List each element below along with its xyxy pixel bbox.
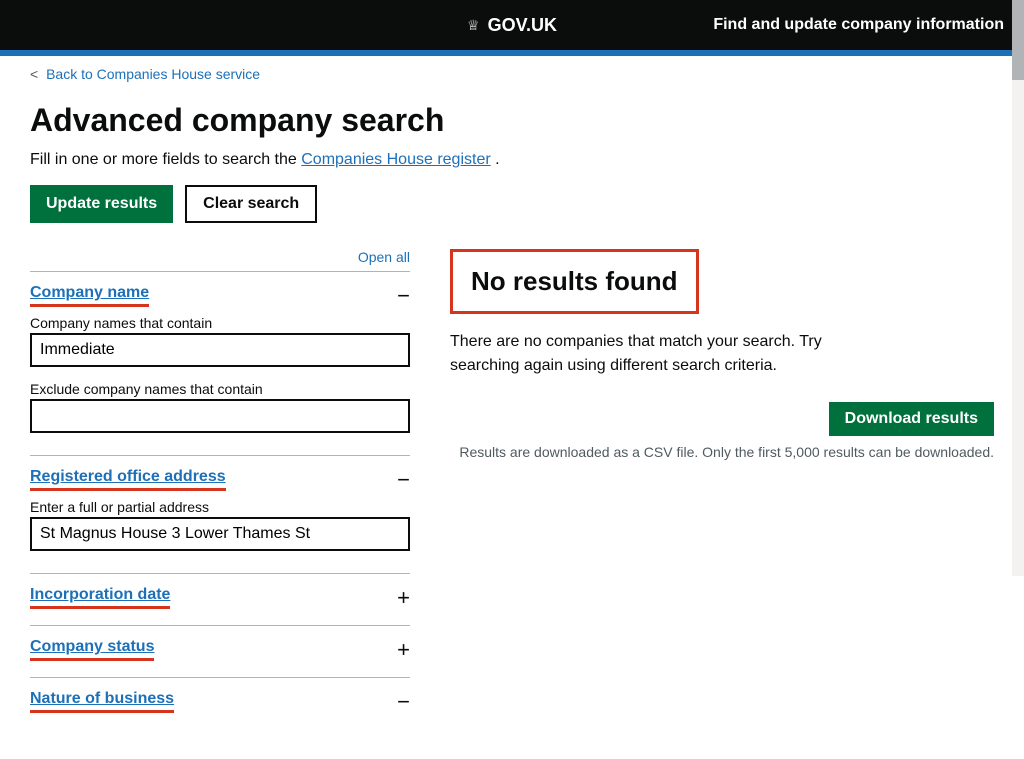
company-status-header[interactable]: Company status + xyxy=(30,638,410,661)
incorporation-date-section: Incorporation date + xyxy=(30,573,410,625)
filters-sidebar: Open all Company name − Company names th… xyxy=(30,249,410,729)
company-status-title: Company status xyxy=(30,638,154,661)
page-title: Advanced company search xyxy=(30,102,994,139)
results-area: No results found There are no companies … xyxy=(450,249,994,729)
no-results-title: No results found xyxy=(471,266,678,296)
clear-search-button[interactable]: Clear search xyxy=(185,185,317,223)
no-results-box: No results found xyxy=(450,249,699,314)
subtitle-prefix: Fill in one or more fields to search the xyxy=(30,151,297,168)
back-link[interactable]: Back to Companies House service xyxy=(46,66,260,82)
site-header: ♕ GOV.UK Find and update company informa… xyxy=(0,0,1024,56)
address-label: Enter a full or partial address xyxy=(30,499,209,515)
company-status-toggle[interactable]: + xyxy=(397,639,410,661)
no-results-description: There are no companies that match your s… xyxy=(450,330,870,378)
update-results-button[interactable]: Update results xyxy=(30,185,173,223)
nature-of-business-section: Nature of business − xyxy=(30,677,410,729)
registered-office-title: Registered office address xyxy=(30,468,226,491)
company-name-header[interactable]: Company name − xyxy=(30,284,410,307)
nature-of-business-header[interactable]: Nature of business − xyxy=(30,690,410,713)
download-row: Download results Results are downloaded … xyxy=(450,402,994,460)
gov-uk-logo: ♕ GOV.UK xyxy=(467,15,557,36)
registered-office-header[interactable]: Registered office address − xyxy=(30,468,410,491)
incorporation-date-header[interactable]: Incorporation date + xyxy=(30,586,410,609)
exclude-label: Exclude company names that contain xyxy=(30,381,263,397)
chevron-icon: < xyxy=(30,66,38,82)
registered-office-section: Registered office address − Enter a full… xyxy=(30,455,410,573)
subtitle-suffix: . xyxy=(495,151,499,168)
company-status-section: Company status + xyxy=(30,625,410,677)
nature-of-business-toggle[interactable]: − xyxy=(397,691,410,713)
page-subtitle: Fill in one or more fields to search the… xyxy=(30,151,994,169)
open-all-link[interactable]: Open all xyxy=(358,249,410,265)
company-name-section: Company name − Company names that contai… xyxy=(30,271,410,455)
gov-uk-wordmark: GOV.UK xyxy=(488,15,557,36)
company-name-title: Company name xyxy=(30,284,149,307)
main-content: Open all Company name − Company names th… xyxy=(0,249,1024,759)
registered-office-toggle[interactable]: − xyxy=(397,469,410,491)
download-note: Results are downloaded as a CSV file. On… xyxy=(459,444,994,460)
crown-icon: ♕ xyxy=(467,17,480,34)
company-name-input[interactable] xyxy=(30,333,410,367)
scrollbar-track[interactable] xyxy=(1012,0,1024,576)
open-all-row: Open all xyxy=(30,249,410,267)
action-buttons: Update results Clear search xyxy=(30,185,994,223)
download-results-button[interactable]: Download results xyxy=(829,402,994,436)
incorporation-date-toggle[interactable]: + xyxy=(397,587,410,609)
address-input[interactable] xyxy=(30,517,410,551)
nature-of-business-title: Nature of business xyxy=(30,690,174,713)
companies-house-link[interactable]: Companies House register xyxy=(301,151,490,168)
company-name-toggle[interactable]: − xyxy=(397,285,410,307)
scrollbar-thumb[interactable] xyxy=(1012,0,1024,80)
header-title: Find and update company information xyxy=(713,16,1004,34)
breadcrumb: < Back to Companies House service xyxy=(0,56,1024,92)
exclude-name-input[interactable] xyxy=(30,399,410,433)
contains-label: Company names that contain xyxy=(30,315,212,331)
incorporation-date-title: Incorporation date xyxy=(30,586,170,609)
